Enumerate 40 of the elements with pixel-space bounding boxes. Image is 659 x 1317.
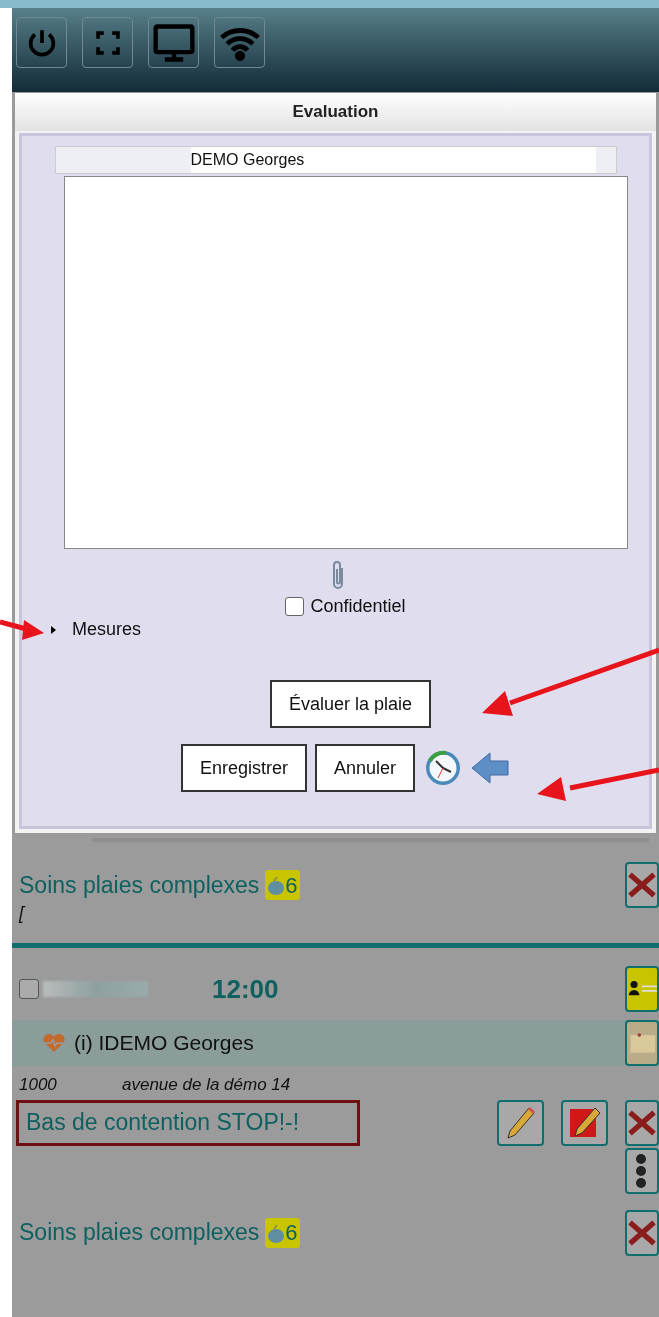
expander[interactable]: Mesures	[48, 616, 142, 643]
dialog-title: Evaluation	[15, 93, 656, 131]
task-title: Soins plaies complexes	[19, 870, 260, 900]
heart-icon	[42, 1033, 66, 1053]
more-icon	[635, 1152, 647, 1189]
address: avenue de la démo 14	[122, 1074, 291, 1096]
delete-button[interactable]	[625, 1099, 659, 1146]
badge-count: 6	[285, 871, 298, 900]
patient-name: (i) IDEMO Georges	[74, 1030, 254, 1057]
save-button[interactable]: Enregistrer	[180, 744, 307, 792]
pencil-button[interactable]	[497, 1099, 544, 1146]
wifi-button[interactable]	[214, 17, 265, 68]
evaluate-wound-button[interactable]: Évaluer la plaie	[269, 680, 432, 728]
postcode: 1000	[19, 1074, 58, 1096]
back-arrow-icon[interactable]	[470, 751, 511, 785]
clock-icon[interactable]	[424, 749, 463, 787]
monitor-button[interactable]	[148, 17, 199, 68]
badge-icon	[267, 874, 286, 896]
caret-icon	[48, 624, 58, 635]
annotation-arrow	[0, 619, 44, 640]
badge-count: 6	[285, 1219, 298, 1247]
task-title: Soins plaies complexes	[19, 1218, 260, 1248]
delete-button[interactable]	[625, 862, 659, 908]
delete-button[interactable]	[625, 1209, 659, 1256]
pencil-icon	[504, 1104, 537, 1141]
note-text: [	[19, 902, 27, 925]
visit-time: 12:00	[212, 972, 279, 1006]
note-field[interactable]	[63, 176, 628, 549]
checkbox[interactable]	[19, 979, 39, 999]
edit-form-button[interactable]	[561, 1099, 608, 1146]
cancel-button[interactable]: Annuler	[315, 744, 416, 792]
more-button[interactable]	[625, 1147, 659, 1194]
contact-card-button[interactable]	[625, 966, 659, 1012]
checkbox-label: Confidentiel	[310, 595, 406, 618]
checkbox[interactable]	[285, 597, 305, 616]
fullscreen-button[interactable]	[82, 17, 133, 68]
note-button[interactable]	[625, 1020, 659, 1066]
power-button[interactable]	[16, 17, 67, 68]
alert-box: Bas de contention STOP!-!	[16, 1099, 360, 1146]
patient-name: DEMO Georges	[190, 147, 596, 173]
